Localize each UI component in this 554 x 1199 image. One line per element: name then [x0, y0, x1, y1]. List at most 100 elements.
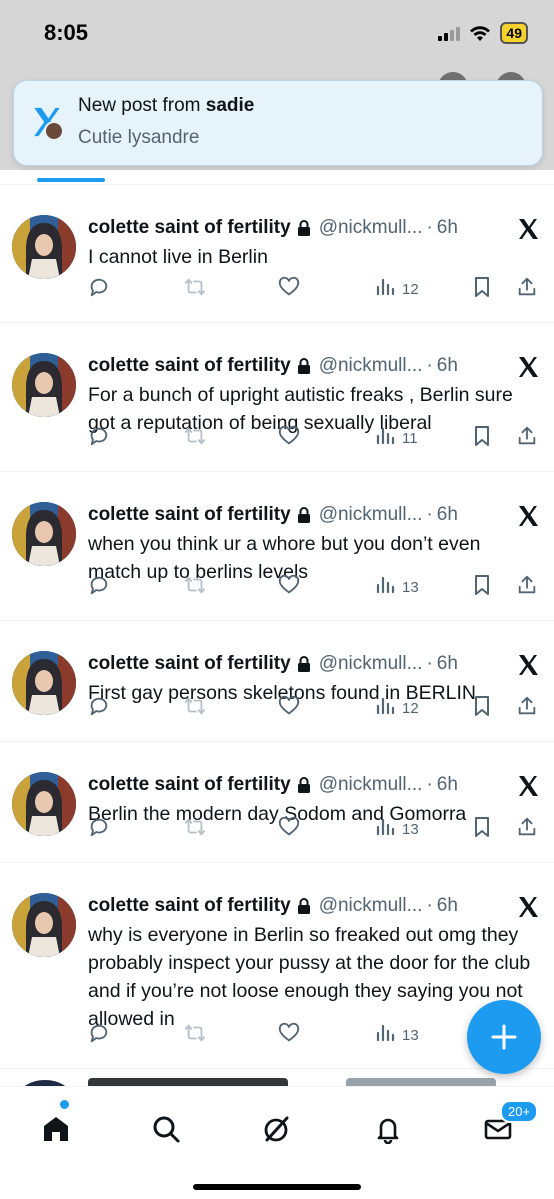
bookmark-button[interactable]	[472, 817, 492, 841]
author-avatar[interactable]	[12, 502, 76, 566]
reply-button[interactable]	[88, 575, 110, 599]
repost-icon	[184, 574, 206, 600]
bell-icon	[377, 1118, 399, 1144]
home-icon	[44, 1117, 68, 1141]
reply-button[interactable]	[88, 1023, 110, 1047]
new-post-notification[interactable]: New post from sadie Cutie lysandre	[13, 80, 543, 166]
share-button[interactable]	[516, 426, 538, 450]
author-avatar[interactable]	[12, 893, 76, 957]
views-icon	[376, 277, 396, 301]
repost-button[interactable]	[184, 575, 206, 599]
author-name[interactable]: colette saint of fertility	[88, 895, 291, 917]
bookmark-icon	[472, 574, 492, 600]
tweet-actions: 11	[88, 425, 542, 451]
author-name[interactable]: colette saint of fertility	[88, 653, 291, 675]
bookmark-button[interactable]	[472, 426, 492, 450]
author-avatar[interactable]	[12, 651, 76, 715]
compose-post-button[interactable]	[467, 1000, 541, 1074]
views-count: 13	[402, 578, 419, 596]
bookmark-icon	[472, 425, 492, 451]
nav-search[interactable]	[146, 1109, 186, 1149]
tweet-time[interactable]: 6h	[437, 355, 458, 377]
status-indicators: 49	[438, 22, 528, 44]
share-button[interactable]	[516, 696, 538, 720]
views-button[interactable]: 13	[376, 1023, 419, 1047]
views-button[interactable]: 12	[376, 696, 419, 720]
tweet-text: why is everyone in Berlin so freaked out…	[88, 924, 531, 1030]
repost-button[interactable]	[184, 1023, 206, 1047]
tweet-header: colette saint of fertility @nickmull... · 6…	[88, 774, 534, 796]
views-button[interactable]: 13	[376, 575, 419, 599]
like-button[interactable]	[278, 276, 300, 302]
bookmark-button[interactable]	[472, 575, 492, 599]
home-unread-dot	[60, 1100, 69, 1109]
share-button[interactable]	[516, 277, 538, 301]
share-button[interactable]	[516, 817, 538, 841]
views-button[interactable]: 13	[376, 817, 419, 841]
nav-home[interactable]	[36, 1109, 76, 1149]
views-icon	[376, 426, 396, 450]
views-count: 13	[402, 820, 419, 838]
heart-icon	[278, 425, 300, 451]
tweet[interactable]: colette saint of fertility @nickmull... · 6…	[0, 323, 554, 472]
reply-button[interactable]	[88, 426, 110, 450]
repost-button[interactable]	[184, 696, 206, 720]
author-name[interactable]: colette saint of fertility	[88, 774, 291, 796]
tweet-time[interactable]: 6h	[437, 504, 458, 526]
tweet-time[interactable]: 6h	[437, 774, 458, 796]
like-button[interactable]	[278, 816, 300, 842]
plus-icon	[491, 1024, 517, 1050]
tweet-header: colette saint of fertility @nickmull... · 6…	[88, 504, 534, 526]
home-indicator	[193, 1184, 361, 1190]
nav-grok[interactable]	[257, 1109, 297, 1149]
views-button[interactable]: 12	[376, 277, 419, 301]
author-avatar[interactable]	[12, 215, 76, 279]
author-name[interactable]: colette saint of fertility	[88, 504, 291, 526]
x-logo-icon	[516, 653, 540, 677]
reply-icon	[88, 276, 110, 302]
share-button[interactable]	[516, 575, 538, 599]
author-avatar[interactable]	[12, 353, 76, 417]
share-icon	[516, 816, 538, 842]
like-button[interactable]	[278, 574, 300, 599]
tweet-time[interactable]: 6h	[437, 653, 458, 675]
views-icon	[376, 696, 396, 720]
repost-button[interactable]	[184, 277, 206, 301]
x-logo-icon	[516, 217, 540, 241]
reply-button[interactable]	[88, 696, 110, 720]
separator-dot: ·	[426, 774, 433, 795]
active-tab-indicator	[37, 178, 105, 182]
wifi-icon	[470, 26, 491, 41]
tweet-time[interactable]: 6h	[437, 895, 458, 917]
author-name[interactable]: colette saint of fertility	[88, 217, 291, 239]
lock-icon	[297, 507, 311, 523]
tweet-header: colette saint of fertility @nickmull... · 6…	[88, 217, 534, 239]
views-button[interactable]: 11	[376, 426, 418, 450]
author-name[interactable]: colette saint of fertility	[88, 355, 291, 377]
like-button[interactable]	[278, 425, 300, 451]
repost-button[interactable]	[184, 426, 206, 450]
repost-button[interactable]	[184, 817, 206, 841]
heart-icon	[278, 276, 300, 302]
like-button[interactable]	[278, 1022, 300, 1047]
tweet-time[interactable]: 6h	[437, 217, 458, 239]
lock-icon	[297, 220, 311, 236]
heart-icon	[278, 816, 300, 842]
like-button[interactable]	[278, 695, 300, 720]
bookmark-button[interactable]	[472, 696, 492, 720]
author-avatar[interactable]	[12, 772, 76, 836]
tweet[interactable]: colette saint of fertility @nickmull... · 6…	[0, 472, 554, 621]
bottom-navigation	[0, 1086, 554, 1199]
reply-button[interactable]	[88, 277, 110, 301]
tweet-actions: 12	[88, 276, 542, 302]
tweet[interactable]: colette saint of fertility @nickmull... · 6…	[0, 621, 554, 742]
reply-button[interactable]	[88, 817, 110, 841]
nav-notifications[interactable]	[368, 1109, 408, 1149]
reply-icon	[88, 816, 110, 842]
bookmark-button[interactable]	[472, 277, 492, 301]
tweet[interactable]: colette saint of fertility @nickmull... · 6…	[0, 185, 554, 323]
tweet[interactable]: colette saint of fertility @nickmull... · 6…	[0, 742, 554, 863]
reply-icon	[88, 695, 110, 721]
author-handle: @nickmull...	[318, 653, 423, 674]
views-icon	[376, 1023, 396, 1047]
